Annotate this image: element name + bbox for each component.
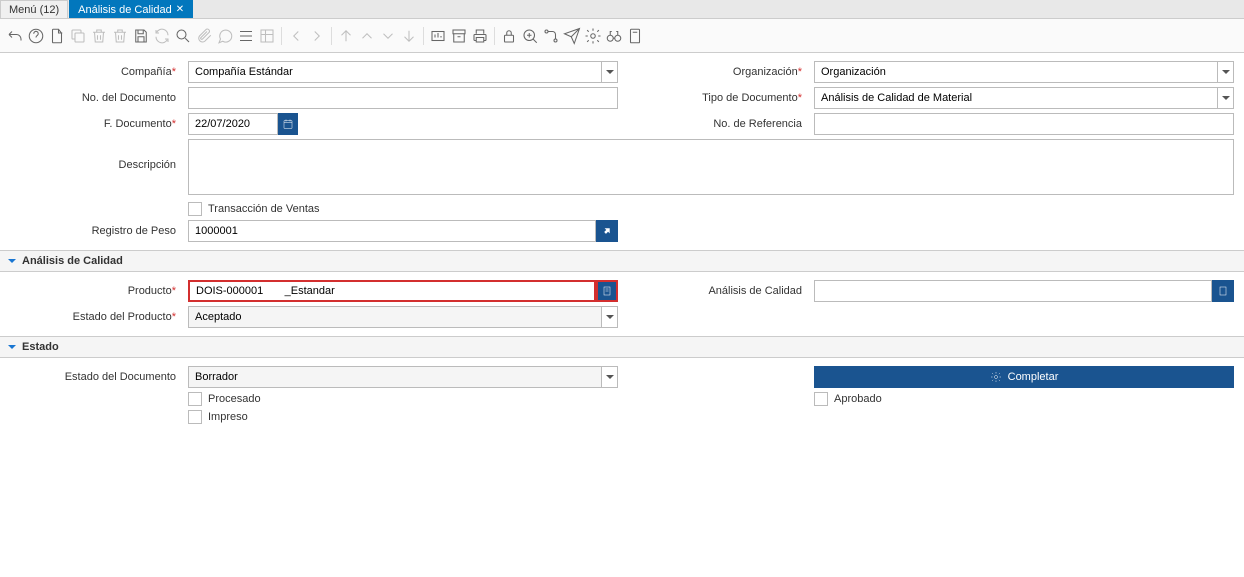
organizacion-label[interactable]: Organización <box>733 66 798 78</box>
grid-icon[interactable] <box>258 27 276 45</box>
estadodoc-input[interactable] <box>188 366 602 388</box>
tab-bar: Menú (12) Análisis de Calidad ✕ <box>0 0 1244 19</box>
acalidad-label: Análisis de Calidad <box>626 285 806 297</box>
delete2-icon[interactable] <box>111 27 129 45</box>
chevron-down-icon[interactable] <box>1218 61 1234 83</box>
transventas-checkbox[interactable] <box>188 202 202 216</box>
workflow-icon[interactable] <box>542 27 560 45</box>
last-icon[interactable] <box>400 27 418 45</box>
producto-input[interactable] <box>188 280 596 302</box>
impreso-label: Impreso <box>208 411 248 423</box>
delete-icon[interactable] <box>90 27 108 45</box>
nodoc-input[interactable] <box>188 87 618 109</box>
descripcion-input[interactable] <box>188 139 1234 195</box>
copy-icon[interactable] <box>69 27 87 45</box>
prev-icon[interactable] <box>287 27 305 45</box>
descripcion-label: Descripción <box>10 139 180 171</box>
calendar-icon[interactable] <box>278 113 298 135</box>
tipodoc-input[interactable] <box>814 87 1218 109</box>
nodoc-label: No. del Documento <box>10 92 180 104</box>
acalidad-lookup-button[interactable] <box>1212 280 1234 302</box>
producto-lookup-button[interactable] <box>596 280 618 302</box>
compania-label[interactable]: Compañía <box>121 66 172 78</box>
toolbar <box>0 19 1244 53</box>
aprobado-checkbox[interactable] <box>814 392 828 406</box>
chevron-down-icon[interactable] <box>1218 87 1234 109</box>
zoom-icon[interactable] <box>521 27 539 45</box>
compania-input[interactable] <box>188 61 602 83</box>
down-icon[interactable] <box>379 27 397 45</box>
binoculars-icon[interactable] <box>605 27 623 45</box>
chat-icon[interactable] <box>216 27 234 45</box>
regpeso-label[interactable]: Registro de Peso <box>92 225 176 237</box>
chevron-down-icon[interactable] <box>602 61 618 83</box>
lock-icon[interactable] <box>500 27 518 45</box>
noref-input[interactable] <box>814 113 1234 135</box>
impreso-checkbox[interactable] <box>188 410 202 424</box>
attach-icon[interactable] <box>195 27 213 45</box>
list-icon[interactable] <box>237 27 255 45</box>
compania-field[interactable] <box>188 61 618 83</box>
chevron-down-icon[interactable] <box>602 366 618 388</box>
estadoprod-label: Estado del Producto <box>73 311 172 323</box>
new-icon[interactable] <box>48 27 66 45</box>
noref-label: No. de Referencia <box>626 118 806 130</box>
first-icon[interactable] <box>337 27 355 45</box>
fdoc-input[interactable] <box>188 113 278 135</box>
tipodoc-field[interactable] <box>814 87 1234 109</box>
regpeso-input[interactable] <box>188 220 596 242</box>
close-icon[interactable]: ✕ <box>176 4 184 15</box>
estadoprod-input[interactable] <box>188 306 602 328</box>
search-icon[interactable] <box>174 27 192 45</box>
tab-analisis-calidad[interactable]: Análisis de Calidad ✕ <box>69 0 193 18</box>
next-icon[interactable] <box>308 27 326 45</box>
fdoc-label: F. Documento <box>104 118 172 130</box>
undo-icon[interactable] <box>6 27 24 45</box>
help-icon[interactable] <box>27 27 45 45</box>
aprobado-label: Aprobado <box>834 393 882 405</box>
send-icon[interactable] <box>563 27 581 45</box>
save-icon[interactable] <box>132 27 150 45</box>
organizacion-field[interactable] <box>814 61 1234 83</box>
print-icon[interactable] <box>471 27 489 45</box>
collapse-icon <box>8 259 16 267</box>
acalidad-input[interactable] <box>814 280 1212 302</box>
tab-menu[interactable]: Menú (12) <box>0 0 68 18</box>
procesado-label: Procesado <box>208 393 261 405</box>
up-icon[interactable] <box>358 27 376 45</box>
refresh-icon[interactable] <box>153 27 171 45</box>
producto-label[interactable]: Producto <box>128 285 172 297</box>
regpeso-lookup-button[interactable] <box>596 220 618 242</box>
organizacion-input[interactable] <box>814 61 1218 83</box>
section-analisis[interactable]: Análisis de Calidad <box>0 250 1244 272</box>
collapse-icon <box>8 345 16 353</box>
completar-button[interactable]: Completar <box>814 366 1234 388</box>
transventas-label: Transacción de Ventas <box>208 203 320 215</box>
gear-icon[interactable] <box>584 27 602 45</box>
archive-icon[interactable] <box>450 27 468 45</box>
estadodoc-label: Estado del Documento <box>10 371 180 383</box>
section-estado[interactable]: Estado <box>0 336 1244 358</box>
calculator-icon[interactable] <box>626 27 644 45</box>
tipodoc-label[interactable]: Tipo de Documento <box>702 92 798 104</box>
chevron-down-icon[interactable] <box>602 306 618 328</box>
report-icon[interactable] <box>429 27 447 45</box>
procesado-checkbox[interactable] <box>188 392 202 406</box>
